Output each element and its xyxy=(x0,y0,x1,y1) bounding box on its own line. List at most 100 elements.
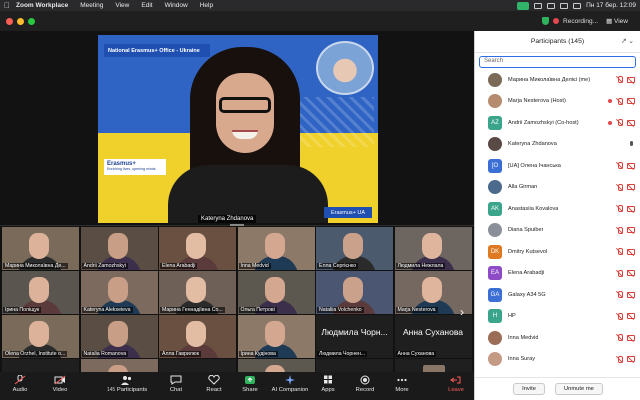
leave-button[interactable]: Leave xyxy=(436,375,476,393)
mic-muted-icon xyxy=(616,226,623,234)
participants-search-input[interactable]: Search xyxy=(479,56,636,68)
share-button[interactable]: Share xyxy=(230,375,270,393)
participant-tile[interactable]: Марина Геннадіївна Со... xyxy=(159,271,236,314)
participant-tile[interactable]: Nataliia Volchenko xyxy=(316,271,393,314)
participant-list-item[interactable]: GA Galaxy A34 5G xyxy=(475,284,640,306)
menubar-clock[interactable]: Пн 17 бер. 12:09 xyxy=(586,2,636,9)
gallery-next-page-icon[interactable]: › xyxy=(460,305,464,319)
screen-icon[interactable] xyxy=(534,2,543,9)
minimize-window-button[interactable] xyxy=(17,17,24,25)
zoom-status-icon[interactable] xyxy=(517,1,530,10)
menu-help[interactable]: Help xyxy=(194,2,219,9)
security-shield-icon[interactable] xyxy=(542,17,550,25)
mic-muted-icon xyxy=(616,119,623,126)
participant-tile[interactable]: Елла Сергієнко xyxy=(316,227,393,270)
meeting-toolbar: Audio Video 145 Participants Chat React … xyxy=(0,372,474,400)
menu-meeting[interactable]: Meeting xyxy=(74,2,109,9)
participant-tile[interactable]: Людмила Нежлала xyxy=(394,227,472,270)
participant-tile[interactable]: Людмила Чорн... Людмила Чорнен... xyxy=(316,315,393,358)
participant-tile[interactable]: Andrii Zamozhskyi xyxy=(80,227,158,270)
participants-button[interactable]: 145 Participants xyxy=(106,375,148,393)
participant-list-item[interactable]: Marja Nesterova (Host) xyxy=(475,91,640,113)
invite-button[interactable]: Invite xyxy=(513,383,545,395)
mic-muted-icon xyxy=(616,76,623,83)
menubar-app-name[interactable]: Zoom Workplace xyxy=(14,2,74,9)
participant-list-item[interactable]: Марина Миколаївна Делієі (me) xyxy=(475,69,640,91)
ai-companion-button[interactable]: AI Companion xyxy=(268,375,312,393)
participant-list-item[interactable]: [O [UA] Олена Ічанська xyxy=(475,155,640,177)
apps-button[interactable]: Apps xyxy=(308,375,348,393)
share-icon xyxy=(245,376,255,384)
participant-list-item[interactable]: AZ Andrii Zamozhskyi (Co-host) xyxy=(475,112,640,134)
participant-list-item[interactable]: DK Dmitry Kutsevol xyxy=(475,241,640,263)
participant-tile[interactable]: Ірина Кудінова xyxy=(237,315,315,358)
participant-tile-name: Алла Гаврилюк xyxy=(160,351,201,357)
participant-name: Kateryna Zhdanova xyxy=(508,141,557,148)
menu-view[interactable]: View xyxy=(109,2,135,9)
participant-list-item[interactable]: H HP xyxy=(475,306,640,328)
control-center-icon[interactable] xyxy=(573,2,582,9)
popout-icon[interactable]: ↗ ⌄ xyxy=(621,37,634,45)
window-titlebar: Recording... ▦ View xyxy=(0,11,640,31)
participant-status-icons xyxy=(616,312,635,320)
participant-tile[interactable]: Elena Arabadji xyxy=(159,227,236,270)
mic-muted-icon xyxy=(616,312,623,320)
participant-list-item[interactable]: Inna Medvid xyxy=(475,327,640,349)
participant-tile[interactable]: Inna Medvid xyxy=(237,227,315,270)
participant-avatar: H xyxy=(488,309,502,324)
battery-icon[interactable] xyxy=(547,2,556,9)
camera-off-icon xyxy=(627,248,635,255)
zoom-window-button[interactable] xyxy=(28,17,35,25)
audio-button[interactable]: Audio xyxy=(0,375,40,393)
recording-status[interactable]: Recording... xyxy=(563,18,598,25)
view-button[interactable]: ▦ View xyxy=(602,17,632,25)
camera-off-icon xyxy=(627,162,635,169)
recording-indicator-icon xyxy=(608,120,612,125)
participant-tile[interactable]: Natalia Romanova xyxy=(80,315,158,358)
unmute-me-button[interactable]: Unmute me xyxy=(554,383,603,395)
mic-muted-icon xyxy=(616,248,623,255)
participant-list-item[interactable]: AK Anastasiia Kovalova xyxy=(475,198,640,220)
participant-name: [UA] Олена Ічанська xyxy=(508,162,561,169)
participant-status-icons xyxy=(616,226,635,234)
resize-handle[interactable] xyxy=(230,224,244,226)
participant-status-icons xyxy=(616,183,635,191)
zoom-window:  Zoom Workplace Meeting View Edit Windo… xyxy=(0,0,640,400)
mic-muted-icon xyxy=(616,334,623,341)
participant-name: Alla Girman xyxy=(508,184,538,191)
participant-tile[interactable]: Ірина Поліщук xyxy=(2,271,79,314)
close-window-button[interactable] xyxy=(6,17,13,25)
react-button[interactable]: React xyxy=(194,375,234,393)
record-button[interactable]: Record xyxy=(345,375,385,393)
more-button[interactable]: More xyxy=(382,375,422,393)
participant-tile[interactable]: Марина Миколаївна Де... xyxy=(2,227,79,270)
participant-list-item[interactable]: Inna Suray xyxy=(475,349,640,371)
participant-face xyxy=(264,277,285,303)
participant-tile[interactable]: Olena Orzhel, Institute o... xyxy=(2,315,79,358)
participants-panel: Participants (145) ↗ ⌄ Search Марина Мик… xyxy=(474,31,640,400)
participant-avatar xyxy=(488,330,502,345)
apps-label: Apps xyxy=(321,387,335,393)
active-speaker-video[interactable]: National Erasmus+ Office - Ukraine Erasm… xyxy=(98,35,378,223)
participant-tile[interactable]: Анна Суханова Анна Суханова xyxy=(394,315,472,358)
video-label: Video xyxy=(52,387,68,393)
camera-off-icon xyxy=(627,184,635,190)
mic-icon xyxy=(628,140,635,148)
participant-face xyxy=(29,233,49,259)
participant-status-icons xyxy=(608,97,635,105)
menu-window[interactable]: Window xyxy=(159,2,194,9)
menu-edit[interactable]: Edit xyxy=(135,2,158,9)
video-button[interactable]: Video xyxy=(40,375,80,393)
participant-list-item[interactable]: EA Elena Arabadji xyxy=(475,263,640,285)
participant-list-item[interactable]: Kateryna Zhdanova xyxy=(475,134,640,156)
participant-tile[interactable]: Ольга Петрові xyxy=(237,271,315,314)
participant-list-item[interactable]: Alla Girman xyxy=(475,177,640,199)
participant-tile[interactable]: Kateryna Alekseieva xyxy=(80,271,158,314)
camera-off-icon xyxy=(627,205,635,212)
wifi-icon[interactable] xyxy=(560,2,569,9)
chat-button[interactable]: Chat xyxy=(156,375,196,393)
participant-list-item[interactable]: Diana Spuiber xyxy=(475,220,640,242)
participant-tile[interactable]: Алла Гаврилюк xyxy=(159,315,236,358)
apple-icon[interactable]:  xyxy=(0,1,14,10)
participant-tile-name: Елла Сергієнко xyxy=(317,263,359,269)
